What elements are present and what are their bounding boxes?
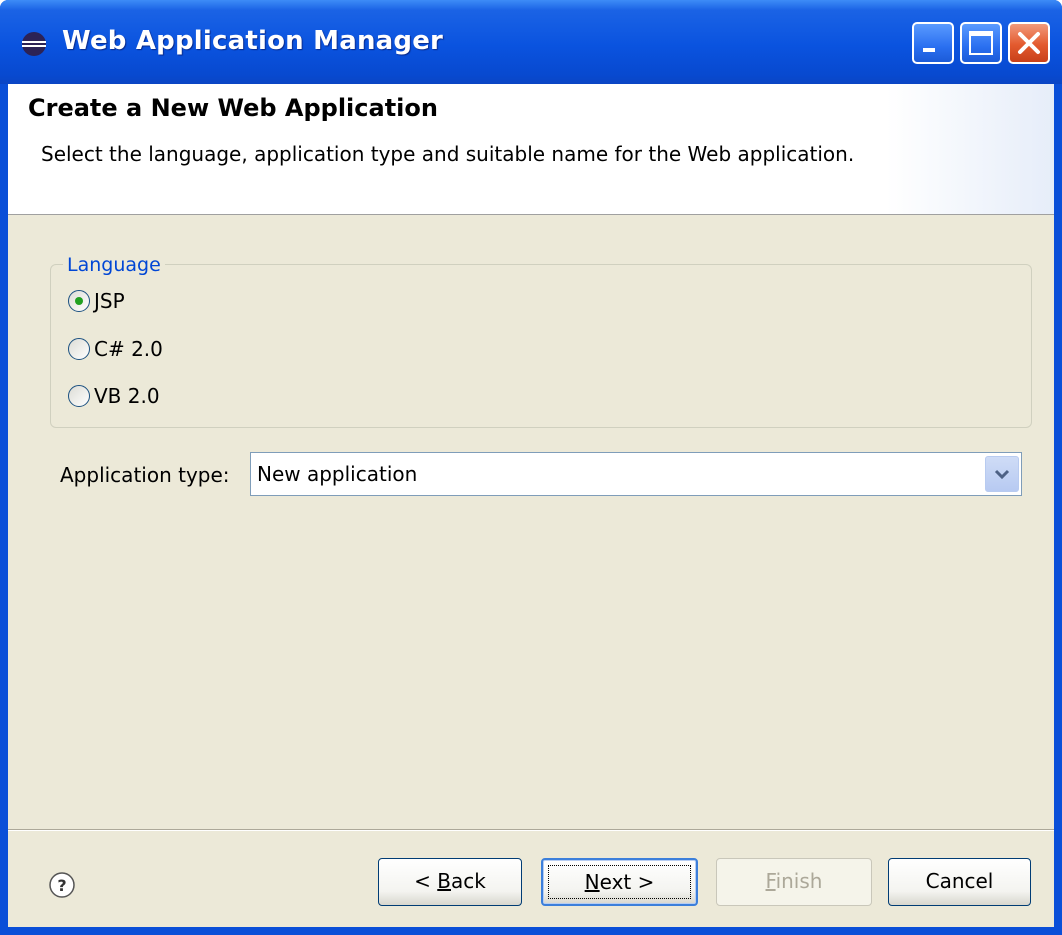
radio-csharp[interactable]: C# 2.0: [68, 337, 163, 361]
title-bar[interactable]: Web Application Manager: [0, 0, 1062, 84]
eclipse-icon: [22, 32, 46, 56]
back-button-prefix: <: [414, 869, 438, 893]
help-icon[interactable]: ?: [48, 871, 76, 899]
wizard-page-description: Select the language, application type an…: [41, 142, 855, 166]
next-button[interactable]: Next >: [541, 858, 698, 906]
radio-button[interactable]: [68, 385, 90, 407]
radio-dot-icon: [75, 297, 83, 305]
back-button-mnemonic: B: [437, 869, 451, 893]
maximize-button[interactable]: [960, 22, 1002, 64]
application-type-value: New application: [257, 462, 418, 486]
maximize-icon: [969, 31, 993, 55]
language-group-label: Language: [63, 254, 165, 276]
window-title: Web Application Manager: [62, 26, 444, 56]
dropdown-button[interactable]: [985, 456, 1019, 492]
radio-button[interactable]: [68, 338, 90, 360]
application-type-label: Application type:: [60, 463, 230, 487]
wizard-page-title: Create a New Web Application: [28, 94, 438, 122]
radio-label-csharp: C# 2.0: [94, 337, 163, 361]
cancel-button[interactable]: Cancel: [888, 858, 1031, 906]
button-bar-separator: [8, 829, 1054, 831]
back-button-label: ack: [451, 869, 486, 893]
radio-label-vb: VB 2.0: [94, 384, 160, 408]
finish-button: Finish: [716, 858, 872, 906]
back-button[interactable]: < Back: [378, 858, 522, 906]
radio-vb[interactable]: VB 2.0: [68, 384, 160, 408]
cancel-button-label: Cancel: [925, 869, 994, 893]
focus-rect: [548, 865, 691, 899]
finish-button-mnemonic: F: [765, 869, 776, 893]
svg-text:?: ?: [57, 876, 66, 895]
dialog-client-area: Create a New Web Application Select the …: [8, 84, 1054, 927]
language-group: [50, 264, 1032, 428]
finish-button-label: inish: [775, 869, 823, 893]
minimize-button[interactable]: [912, 22, 954, 64]
radio-jsp[interactable]: JSP: [68, 289, 125, 313]
radio-label-jsp: JSP: [94, 289, 125, 313]
dialog-window: Web Application Manager Create a New Web…: [0, 0, 1062, 935]
wizard-banner: Create a New Web Application Select the …: [8, 84, 1054, 215]
close-icon: [1018, 32, 1040, 54]
radio-button-selected[interactable]: [68, 290, 90, 312]
minimize-icon: [923, 48, 935, 52]
chevron-down-icon: [994, 469, 1010, 480]
close-button[interactable]: [1008, 22, 1050, 64]
application-type-select[interactable]: New application: [250, 452, 1022, 496]
